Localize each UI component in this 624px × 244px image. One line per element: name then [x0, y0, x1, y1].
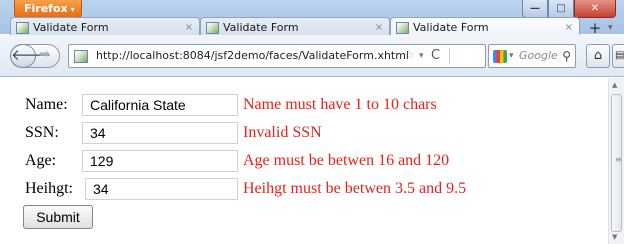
page-content: Name: Name must have 1 to 10 chars SSN: …	[0, 78, 608, 244]
navigation-bar: 🡐 ➡ http://localhost:8084/jsf2demo/faces…	[0, 35, 624, 77]
tab-title: Validate Form	[413, 21, 489, 34]
page-favicon-icon	[396, 22, 409, 34]
browser-window: Firefox ▾ — □ ✕ Validate Form × Validate …	[0, 0, 624, 244]
scroll-grip-icon: ≡	[615, 155, 622, 164]
url-text[interactable]: http://localhost:8084/jsf2demo/faces/Val…	[96, 45, 409, 67]
age-error-message: Age must be betwen 16 and 120	[243, 152, 450, 169]
back-button[interactable]: 🡐	[10, 44, 51, 68]
page-favicon-icon	[206, 22, 219, 34]
tab-strip: Validate Form × Validate Form × Validate…	[0, 13, 624, 39]
ssn-label: SSN:	[25, 124, 59, 141]
age-input[interactable]	[82, 150, 238, 172]
scrollbar-thumb[interactable]: ≡	[611, 94, 622, 232]
back-forward-group: 🡐 ➡	[10, 44, 60, 68]
form-row-age: Age: Age must be betwen 16 and 120	[0, 148, 608, 174]
url-history-dropdown-icon[interactable]: ▾	[419, 45, 424, 67]
google-icon[interactable]	[493, 50, 507, 63]
bookmark-star-icon[interactable]: ☆	[403, 45, 415, 67]
ssn-error-message: Invalid SSN	[243, 124, 322, 141]
tab-title: Validate Form	[223, 21, 299, 34]
bookmarks-menu-button[interactable]: ▤	[612, 44, 624, 68]
ssn-input[interactable]	[82, 122, 238, 144]
form-row-height: Heihgt: Heihgt must be betwen 3.5 and 9.…	[0, 176, 608, 202]
form-row-name: Name: Name must have 1 to 10 chars	[0, 92, 608, 118]
tab-title: Validate Form	[33, 21, 109, 34]
home-button[interactable]: ⌂	[586, 44, 610, 68]
url-bar-divider	[449, 48, 450, 64]
form-row-ssn: SSN: Invalid SSN	[0, 120, 608, 146]
height-label: Heihgt:	[25, 180, 73, 197]
search-icon[interactable]: ⚲	[562, 45, 571, 67]
reload-icon[interactable]: C	[431, 45, 440, 67]
name-input[interactable]	[82, 94, 238, 116]
age-label: Age:	[25, 152, 57, 169]
vertical-scrollbar[interactable]: ▲ ≡ ▼	[608, 78, 624, 244]
page-favicon-icon	[16, 22, 29, 34]
forward-button[interactable]: ➡	[39, 47, 50, 62]
submit-button[interactable]: Submit	[23, 205, 93, 229]
url-bar[interactable]: http://localhost:8084/jsf2demo/faces/Val…	[68, 44, 486, 68]
search-bar[interactable]: ▾ Google ⚲	[488, 44, 576, 68]
site-identity-icon[interactable]	[74, 50, 88, 63]
height-input[interactable]	[85, 178, 238, 200]
name-label: Name:	[25, 96, 68, 113]
scroll-up-arrow-icon[interactable]: ▲	[612, 81, 617, 89]
scroll-down-arrow-icon[interactable]: ▼	[612, 233, 617, 241]
search-placeholder[interactable]: Google	[519, 45, 558, 67]
search-engine-dropdown-icon[interactable]: ▾	[509, 45, 514, 67]
name-error-message: Name must have 1 to 10 chars	[243, 96, 437, 113]
height-error-message: Heihgt must be betwen 3.5 and 9.5	[243, 180, 467, 197]
